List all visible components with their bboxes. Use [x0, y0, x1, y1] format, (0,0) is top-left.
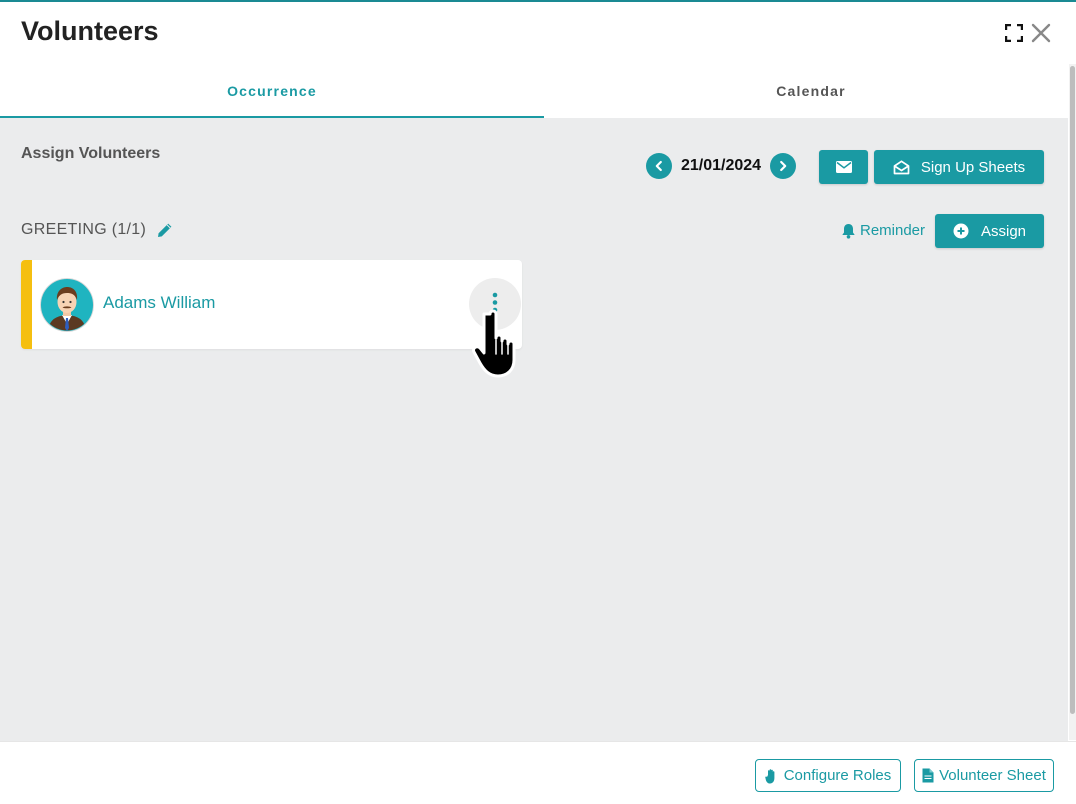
section-title: Assign Volunteers: [21, 145, 161, 162]
modal-header: Volunteers: [0, 2, 1076, 64]
tab-bar: Occurrence Calendar: [0, 64, 1068, 118]
email-button[interactable]: [819, 150, 868, 184]
bell-icon: [842, 223, 855, 239]
volunteer-sheet-button[interactable]: Volunteer Sheet: [914, 759, 1054, 792]
scrollbar-thumb[interactable]: [1070, 66, 1075, 714]
more-options-button[interactable]: [469, 278, 521, 330]
assign-button[interactable]: Assign: [935, 214, 1044, 248]
chevron-left-icon: [655, 160, 662, 172]
pencil-icon[interactable]: [156, 221, 174, 239]
tab-occurrence[interactable]: Occurrence: [0, 64, 544, 118]
envelope-icon: [835, 161, 852, 173]
plus-circle-icon: [953, 223, 969, 239]
reminder-label: Reminder: [860, 222, 926, 239]
expand-icon[interactable]: [1005, 24, 1023, 42]
more-vertical-icon: [492, 292, 498, 313]
role-color-bar: [21, 260, 32, 349]
sign-up-sheets-button[interactable]: Sign Up Sheets: [874, 150, 1044, 184]
modal-title: Volunteers: [21, 16, 159, 46]
avatar: [40, 278, 94, 332]
previous-date-button[interactable]: [646, 153, 672, 179]
close-icon[interactable]: [1030, 22, 1052, 44]
role-title: GREETING (1/1): [21, 221, 147, 238]
reminder-link[interactable]: Reminder: [841, 222, 925, 239]
sign-up-sheets-label: Sign Up Sheets: [920, 158, 1026, 176]
chevron-right-icon: [780, 160, 787, 172]
current-date: 21/01/2024: [681, 157, 762, 174]
tab-calendar[interactable]: Calendar: [544, 64, 1076, 118]
volunteer-name[interactable]: Adams William: [103, 293, 215, 313]
volunteer-card: Adams William: [21, 260, 522, 349]
configure-roles-label: Configure Roles: [783, 767, 892, 784]
envelope-open-icon: [893, 159, 910, 174]
volunteer-sheet-label: Volunteer Sheet: [939, 767, 1046, 784]
document-icon: [922, 768, 934, 783]
assign-label: Assign: [980, 222, 1027, 240]
occurrence-panel: Assign Volunteers 21/01/2024 Sign Up She…: [0, 118, 1068, 741]
next-date-button[interactable]: [770, 153, 797, 179]
role-header: GREETING (1/1): [21, 221, 174, 239]
date-navigator: 21/01/2024: [646, 153, 797, 179]
hand-icon: [764, 768, 775, 783]
configure-roles-button[interactable]: Configure Roles: [755, 759, 901, 792]
modal-footer: Configure Roles Volunteer Sheet: [0, 741, 1076, 804]
